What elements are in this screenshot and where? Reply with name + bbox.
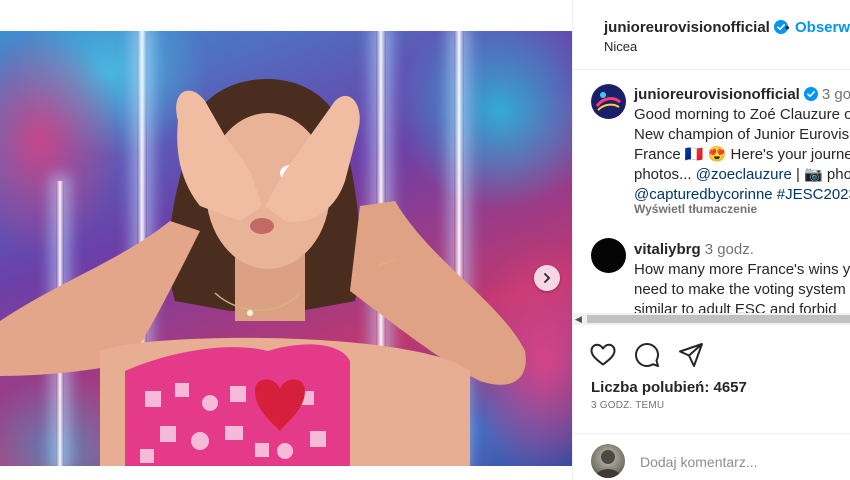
next-media-button[interactable] [534, 265, 560, 291]
follow-button[interactable]: Obserwuj [795, 19, 850, 36]
posted-time[interactable]: 3 GODZ. TEMU [591, 400, 664, 411]
scroll-left-icon[interactable]: ◀ [575, 313, 582, 325]
comment-icon [635, 343, 659, 367]
horizontal-scrollbar[interactable]: ◀ [573, 313, 850, 325]
share-icon [679, 343, 703, 367]
header-separator: • [785, 20, 790, 35]
post-header: junioreurovisionofficial • Obserwuj Nice… [573, 0, 850, 70]
caption-line: France 🇫🇷 😍 Here's your journe [634, 146, 850, 163]
post-location[interactable]: Nicea [604, 39, 637, 54]
caption-line: photos... @zoeclauzure | 📷 pho [634, 166, 850, 183]
avatar[interactable] [591, 238, 626, 273]
post-media[interactable] [0, 31, 572, 466]
heart-icon [590, 343, 616, 366]
chevron-right-icon [544, 273, 551, 283]
comment-input[interactable] [640, 454, 845, 470]
like-button[interactable] [589, 341, 617, 369]
comment-line: How many more France's wins y [634, 261, 850, 278]
junior-eurovision-logo-icon [591, 84, 626, 119]
avatar [591, 444, 625, 478]
caption-line: New champion of Junior Eurovis [634, 126, 850, 143]
user-avatar-icon [595, 450, 621, 478]
likes-count[interactable]: Liczba polubień: 4657 [591, 379, 747, 396]
comment-button[interactable] [633, 341, 661, 369]
caption-line: Good morning to Zoé Clauzure o [634, 106, 850, 123]
translate-link[interactable]: Wyświetl tłumaczenie [634, 202, 757, 216]
caption-author[interactable]: junioreurovisionofficial3 godz. [634, 86, 850, 103]
share-button[interactable] [677, 341, 705, 369]
comment-line: need to make the voting system [634, 281, 846, 298]
scrollbar-thumb[interactable] [587, 315, 850, 323]
comment-time: 3 godz. [704, 241, 754, 258]
post-actions [589, 341, 705, 369]
verified-badge-icon [803, 87, 818, 101]
comments-list[interactable]: junioreurovisionofficial3 godz. Good mor… [573, 71, 850, 315]
mention-link[interactable]: @zoeclauzure [696, 166, 792, 183]
post-photo [0, 78, 526, 466]
comment-composer [573, 433, 850, 480]
caption-time: 3 godz. [821, 86, 850, 103]
avatar[interactable] [591, 84, 626, 119]
comment-author[interactable]: vitaliybrg 3 godz. [634, 241, 754, 258]
post-side-panel: junioreurovisionofficial • Obserwuj Nice… [572, 0, 850, 480]
post-author[interactable]: junioreurovisionofficial [604, 19, 788, 36]
